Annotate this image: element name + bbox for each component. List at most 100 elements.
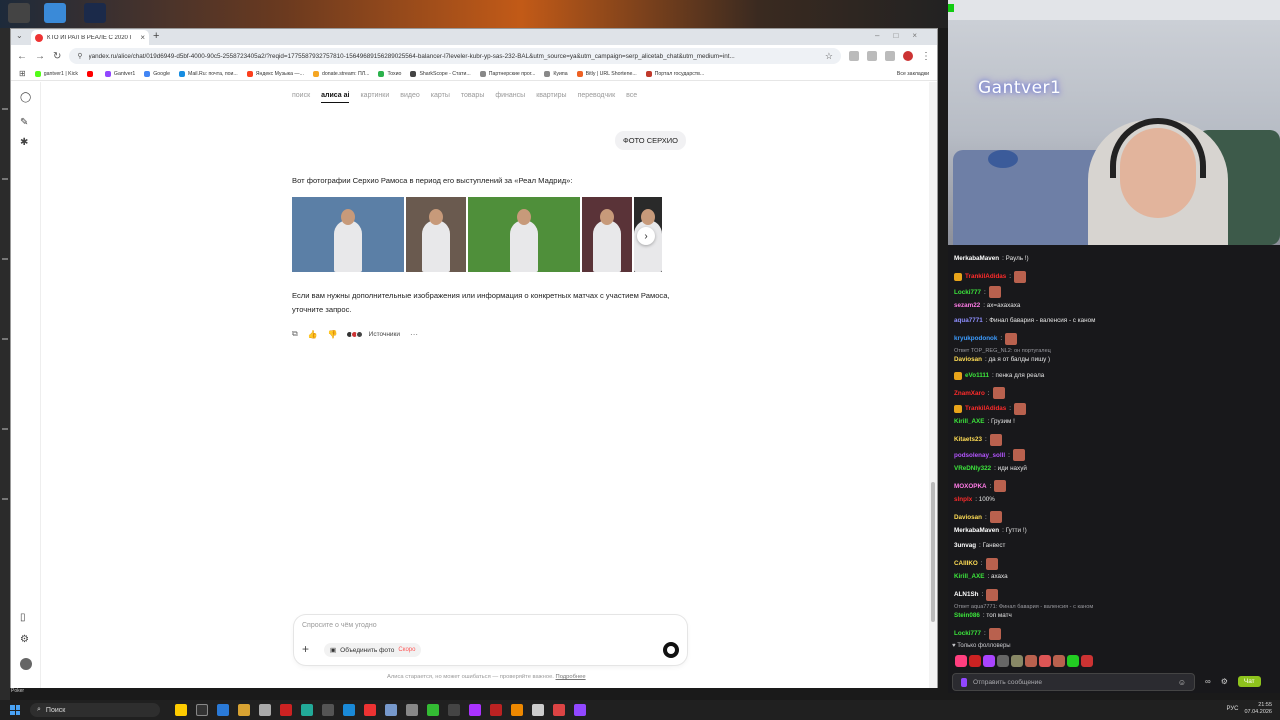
alice-logo-icon[interactable]: ◯ xyxy=(20,92,31,103)
gallery-photo[interactable] xyxy=(292,197,404,272)
chat-username[interactable]: VReDNIy322 xyxy=(954,465,991,472)
emote[interactable] xyxy=(997,655,1009,667)
taskbar-app-icon[interactable] xyxy=(196,704,208,716)
taskbar-app-icon[interactable] xyxy=(511,704,523,716)
search-tab[interactable]: финансы xyxy=(495,92,525,103)
chat-username[interactable]: Locki777 xyxy=(954,289,981,296)
chat-username[interactable]: MOXOPKA xyxy=(954,483,987,490)
emote[interactable] xyxy=(1053,655,1065,667)
gallery-photo[interactable] xyxy=(468,197,580,272)
chat-settings-icon[interactable]: ⚙ xyxy=(1221,677,1228,686)
taskbar-app-icon[interactable] xyxy=(259,704,271,716)
tab-search-icon[interactable]: ⌄ xyxy=(16,31,23,40)
history-icon[interactable]: ✱ xyxy=(20,137,28,148)
taskbar-search[interactable]: ⌕ Поиск xyxy=(30,703,160,717)
chat-username[interactable]: MerkabaMaven xyxy=(954,527,999,534)
chat-username[interactable]: 3unvag xyxy=(954,542,976,549)
search-tab[interactable]: алиса ai xyxy=(321,92,350,103)
taskbar-app-icon[interactable] xyxy=(280,704,292,716)
emote-picker-icon[interactable]: ☺ xyxy=(1178,678,1186,687)
emote[interactable] xyxy=(1039,655,1051,667)
chat-username[interactable]: Stein086 xyxy=(954,612,980,619)
device-icon[interactable]: ▯ xyxy=(20,612,26,623)
bookmark-item[interactable] xyxy=(86,70,96,77)
taskbar-app-icon[interactable] xyxy=(427,704,439,716)
apps-grid-icon[interactable]: ⊞ xyxy=(19,69,26,78)
chat-username[interactable]: Daviosan xyxy=(954,356,982,363)
copy-icon[interactable]: ⧉ xyxy=(292,329,298,339)
dislike-icon[interactable]: 👎 xyxy=(328,330,338,339)
emote[interactable] xyxy=(1081,655,1093,667)
like-icon[interactable]: 👍 xyxy=(308,330,318,339)
search-tab[interactable]: квартиры xyxy=(536,92,566,103)
site-info-icon[interactable]: ⚲ xyxy=(77,52,82,60)
forward-icon[interactable]: → xyxy=(35,51,45,62)
composer-input[interactable]: Спросите о чём угодно xyxy=(302,622,377,629)
bookmark-item[interactable]: Mail.Ru: почта, пои... xyxy=(179,70,238,77)
chat-username[interactable]: podsolenay_solll xyxy=(954,452,1005,459)
bookmark-item[interactable]: SharkScope - Стати... xyxy=(410,70,471,77)
new-tab-button[interactable]: + xyxy=(153,30,159,42)
chat-username[interactable]: slnplx xyxy=(954,496,972,503)
taskbar-app-icon[interactable] xyxy=(175,704,187,716)
badge-icon[interactable] xyxy=(961,677,967,687)
browser-menu-icon[interactable]: ⋮ xyxy=(921,51,931,62)
chat-username[interactable]: Kirill_AXE xyxy=(954,418,984,425)
taskbar-app-icon[interactable] xyxy=(238,704,250,716)
taskbar-app-icon[interactable] xyxy=(385,704,397,716)
bookmark-item[interactable]: Партнерские прог... xyxy=(479,70,535,77)
taskbar-app-icon[interactable] xyxy=(574,704,586,716)
all-bookmarks-button[interactable]: Все закладки xyxy=(897,71,929,77)
poker-shortcut-label[interactable]: Poker xyxy=(11,688,24,694)
bookmark-item[interactable]: donate.stream: ПЛ... xyxy=(312,70,369,77)
search-tab[interactable]: видео xyxy=(400,92,420,103)
desktop-app-icon[interactable] xyxy=(84,3,106,23)
window-controls[interactable]: –□× xyxy=(875,31,931,40)
chat-username[interactable]: Daviosan xyxy=(954,514,982,521)
chat-username[interactable]: sezam22 xyxy=(954,302,980,309)
bookmark-item[interactable]: Bitly | URL Shortene... xyxy=(576,70,637,77)
emote[interactable] xyxy=(1025,655,1037,667)
taskbar-app-icon[interactable] xyxy=(301,704,313,716)
bookmark-item[interactable]: gantver1 | Kick xyxy=(34,70,78,77)
chrome-icon[interactable] xyxy=(364,704,376,716)
page-scrollbar[interactable] xyxy=(929,82,937,688)
chat-username[interactable]: Kitaets23 xyxy=(954,436,982,443)
search-tab[interactable]: товары xyxy=(461,92,484,103)
disclaimer-link[interactable]: Подробнее xyxy=(556,674,586,680)
chat-username[interactable]: Kirill_AXE xyxy=(954,573,984,580)
bookmark-item[interactable]: Портал государств... xyxy=(645,70,704,77)
chat-username[interactable]: TrankilAdidas xyxy=(965,273,1006,280)
extension-icon[interactable] xyxy=(867,51,877,61)
new-chat-icon[interactable]: ✎ xyxy=(20,117,28,128)
search-tab[interactable]: карты xyxy=(431,92,450,103)
clock[interactable]: 21:55 07.04.2026 xyxy=(1244,702,1272,716)
taskbar-app-icon[interactable] xyxy=(406,704,418,716)
back-icon[interactable]: ← xyxy=(17,51,27,62)
chat-username[interactable]: aqua7771 xyxy=(954,317,983,324)
url-field[interactable]: ⚲ yandex.ru/alice/chat/019d6949-d5bf-400… xyxy=(69,48,841,64)
chat-username[interactable]: MerkabaMaven xyxy=(954,255,999,262)
extension-icon[interactable] xyxy=(885,51,895,61)
search-tab[interactable]: поиск xyxy=(292,92,310,103)
chat-username[interactable]: ZnamXaro xyxy=(954,390,985,397)
taskbar-app-icon[interactable] xyxy=(532,704,544,716)
taskbar-app-icon[interactable] xyxy=(490,704,502,716)
taskbar-app-icon[interactable] xyxy=(217,704,229,716)
emote[interactable] xyxy=(983,655,995,667)
search-tab[interactable]: все xyxy=(626,92,637,103)
taskbar-app-icon[interactable] xyxy=(553,704,565,716)
language-indicator[interactable]: РУС xyxy=(1226,706,1238,712)
search-tab[interactable]: картинки xyxy=(360,92,389,103)
attach-plus-icon[interactable]: + xyxy=(302,642,309,656)
chat-username[interactable]: CAIIIKO xyxy=(954,560,978,567)
taskbar-app-icon[interactable] xyxy=(448,704,460,716)
emote[interactable] xyxy=(1011,655,1023,667)
search-tab[interactable]: переводчик xyxy=(578,92,616,103)
chat-username[interactable]: kryukpodonok xyxy=(954,335,997,342)
settings-gear-icon[interactable]: ⚙ xyxy=(20,634,29,645)
profile-avatar-icon[interactable] xyxy=(903,51,913,61)
desktop-app-icon[interactable] xyxy=(44,3,66,23)
bookmark-item[interactable]: Яндекс Музыка —... xyxy=(246,70,304,77)
bookmark-item[interactable]: Тохио xyxy=(378,70,401,77)
